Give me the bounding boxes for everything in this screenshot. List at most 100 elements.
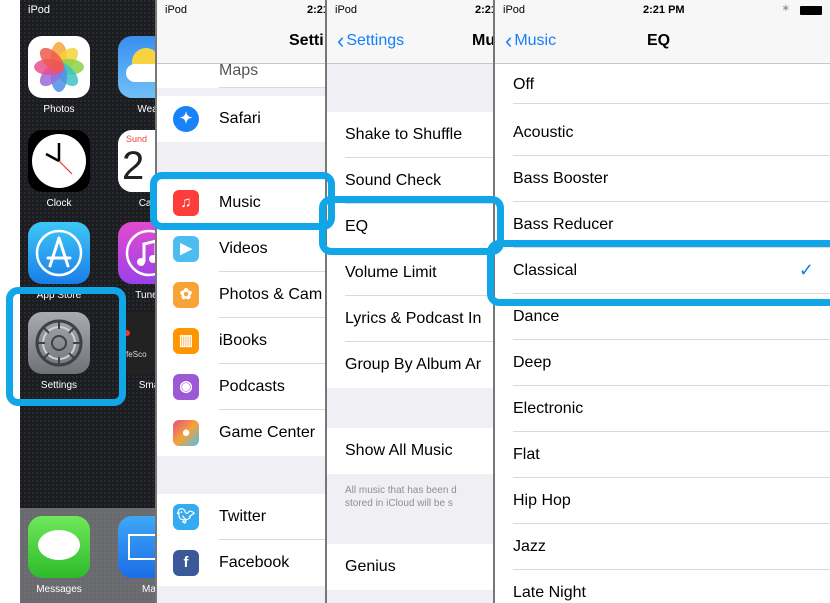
eq-option-late-night[interactable]: Late Night — [495, 570, 830, 603]
eq-option-acoustic[interactable]: Acoustic — [495, 110, 830, 156]
footnote-line-2: stored in iCloud will be s — [345, 498, 453, 509]
settings-row-photos[interactable]: ✿ Photos & Cam — [157, 272, 330, 318]
videos-icon: ▶ — [173, 236, 199, 262]
eq-option-label: Bass Reducer — [513, 216, 614, 233]
music-row-group-by-album[interactable]: Group By Album Ar — [327, 342, 500, 388]
row-label: Shake to Shuffle — [345, 126, 463, 143]
safari-icon: ✦ — [173, 106, 199, 132]
eq-option-hip-hop[interactable]: Hip Hop — [495, 478, 830, 524]
music-settings-screen: iPod 2:21 ‹ Settings Mu Shake to Shuffle … — [325, 0, 500, 603]
row-label: Volume Limit — [345, 264, 437, 281]
settings-row-ibooks[interactable]: ▥ iBooks — [157, 318, 330, 364]
page-title: Mu — [472, 32, 496, 49]
facebook-icon: f — [173, 550, 199, 576]
page-title: Setti — [289, 32, 324, 49]
weather-icon — [118, 36, 160, 98]
app-label: Messages — [36, 584, 82, 595]
nav-bar: Setti — [157, 20, 330, 64]
highlight-settings-app — [6, 287, 126, 406]
eq-option-deep[interactable]: Deep — [495, 340, 830, 386]
app-photos[interactable]: Photos — [26, 36, 92, 115]
eq-option-label: Deep — [513, 354, 552, 371]
status-bar: iPod 2:21 — [327, 0, 500, 20]
row-label: Lyrics & Podcast In — [345, 310, 482, 327]
app-label: Clock — [46, 198, 72, 209]
section-gap — [157, 456, 330, 494]
eq-option-off[interactable]: Off — [495, 64, 830, 104]
nav-bar: ‹ Music EQ — [495, 20, 830, 64]
app-store-icon — [28, 222, 90, 284]
app-clock[interactable]: Clock — [26, 130, 92, 209]
eq-option-electronic[interactable]: Electronic — [495, 386, 830, 432]
back-label: Settings — [346, 32, 405, 49]
row-label: Show All Music — [345, 442, 453, 459]
app-label: Photos — [43, 104, 75, 115]
page-title: EQ — [647, 32, 671, 49]
eq-option-label: Dance — [513, 308, 560, 325]
app-weather[interactable]: Weat — [116, 36, 160, 115]
eq-option-bass-booster[interactable]: Bass Booster — [495, 156, 830, 202]
status-bar: iPod 2:21 PM ∗ — [495, 0, 830, 20]
battery-icon — [800, 6, 822, 15]
nav-bar: ‹ Settings Mu — [327, 20, 500, 64]
settings-row-safari[interactable]: ✦ Safari — [157, 96, 330, 142]
settings-row-videos[interactable]: ▶ Videos — [157, 226, 330, 272]
app-mail[interactable]: Ma — [116, 516, 160, 595]
back-button[interactable]: ‹ Settings — [337, 28, 405, 53]
settings-row-maps[interactable]: Maps — [157, 62, 330, 88]
highlight-classical-row — [487, 240, 830, 306]
eq-option-label: Bass Booster — [513, 170, 609, 187]
row-label: Facebook — [219, 554, 290, 571]
app-messages[interactable]: Messages — [26, 516, 92, 595]
carrier-label: iPod — [503, 4, 526, 16]
game-center-icon: ● — [173, 420, 199, 446]
eq-option-label: Late Night — [513, 584, 586, 601]
app-itunes[interactable]: Tunes — [116, 222, 160, 301]
music-row-shake-to-shuffle[interactable]: Shake to Shuffle — [327, 112, 500, 158]
twitter-icon: 🐦︎ — [173, 504, 199, 530]
messages-icon — [28, 516, 90, 578]
row-label: Group By Album Ar — [345, 356, 482, 373]
row-label: Sound Check — [345, 172, 442, 189]
eq-option-jazz[interactable]: Jazz — [495, 524, 830, 570]
music-row-show-all-music[interactable]: Show All Music — [327, 428, 500, 474]
eq-option-label: Electronic — [513, 400, 584, 417]
eq-option-label: Acoustic — [513, 124, 574, 141]
eq-option-label: Flat — [513, 446, 540, 463]
status-time: 2:21 PM — [643, 4, 685, 16]
settings-screen: iPod 2:21 Setti Maps ✦ Safari ♫ Music ▶ … — [155, 0, 330, 603]
status-bar: iPod 2:21 — [157, 0, 330, 20]
settings-row-twitter[interactable]: 🐦︎ Twitter — [157, 494, 330, 540]
settings-row-facebook[interactable]: f Facebook — [157, 540, 330, 586]
bluetooth-icon: ∗ — [781, 3, 790, 14]
calendar-day-name: Sund — [126, 134, 148, 144]
carrier-label: iPod — [165, 4, 188, 16]
app-name: ffeSco — [124, 350, 147, 359]
eq-option-flat[interactable]: Flat — [495, 432, 830, 478]
settings-row-podcasts[interactable]: ◉ Podcasts — [157, 364, 330, 410]
music-row-volume-limit[interactable]: Volume Limit — [327, 250, 500, 296]
eq-option-label: Jazz — [513, 538, 546, 555]
row-label: Maps — [219, 62, 259, 79]
row-label: Genius — [345, 558, 396, 575]
ibooks-icon: ▥ — [173, 328, 199, 354]
app-label: Ma — [142, 584, 156, 595]
itunes-icon — [118, 222, 160, 284]
row-label: Game Center — [219, 424, 316, 441]
clock-icon — [28, 130, 90, 192]
row-label: Videos — [219, 240, 268, 257]
settings-row-game-center[interactable]: ● Game Center — [157, 410, 330, 456]
music-row-lyrics[interactable]: Lyrics & Podcast In — [327, 296, 500, 342]
row-label: Twitter — [219, 508, 267, 525]
calendar-day-number: 2 — [122, 144, 145, 188]
eq-option-label: Hip Hop — [513, 492, 571, 509]
row-label: iBooks — [219, 332, 268, 349]
mail-icon — [118, 516, 160, 578]
eq-option-label: Off — [513, 76, 535, 93]
chevron-left-icon: ‹ — [337, 28, 345, 53]
music-row-genius[interactable]: Genius — [327, 544, 500, 590]
row-label: Photos & Cam — [219, 286, 323, 303]
status-bar: iPod — [20, 0, 160, 20]
back-button[interactable]: ‹ Music — [505, 28, 556, 53]
chevron-left-icon: ‹ — [505, 28, 513, 53]
